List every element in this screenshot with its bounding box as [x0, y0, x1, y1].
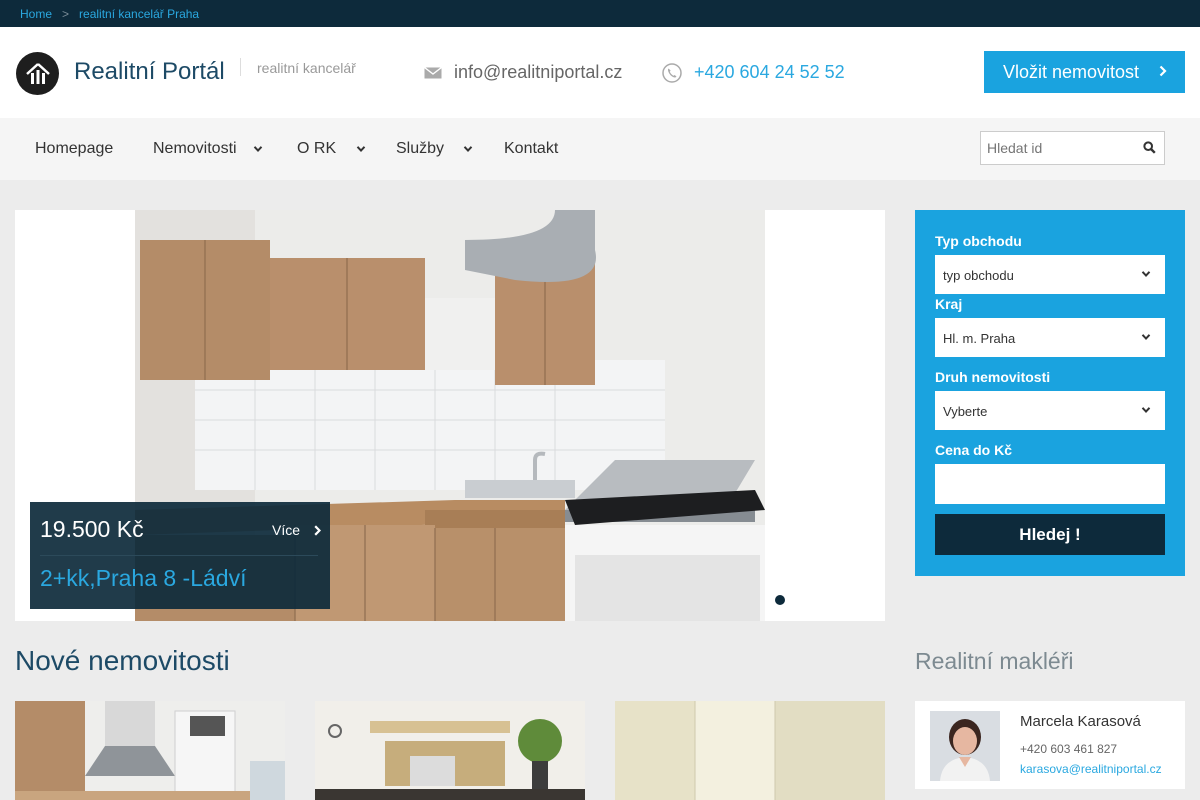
chevron-down-icon: [356, 146, 366, 152]
chevron-right-icon: [314, 524, 322, 536]
breadcrumb-separator: >: [62, 6, 70, 21]
breadcrumb: Home > realitní kancelář Praha: [0, 0, 1200, 27]
chevron-down-icon: [1141, 407, 1151, 413]
hero-slider: 19.500 Kč Více 2+kk,Praha 8 -Ládví: [15, 210, 885, 621]
chevron-down-icon: [1141, 334, 1151, 340]
region-select[interactable]: Hl. m. Praha: [935, 318, 1165, 357]
property-card-thumbnail[interactable]: [15, 701, 285, 800]
envelope-icon: [424, 66, 442, 78]
max-price-label: Cena do Kč: [935, 442, 1013, 458]
agent-card: Marcela Karasová +420 603 461 827 karaso…: [915, 701, 1185, 789]
property-card-thumbnail[interactable]: [315, 701, 585, 800]
nav-item-kontakt[interactable]: Kontakt: [504, 140, 558, 158]
nav-item-label: Služby: [396, 140, 445, 157]
property-kind-label: Druh nemovitosti: [935, 369, 1051, 385]
add-property-button[interactable]: Vložit nemovitost: [984, 51, 1185, 93]
logo-house-icon[interactable]: [16, 52, 59, 95]
slider-pagination-dot[interactable]: [775, 595, 785, 605]
add-property-label: Vložit nemovitost: [1003, 61, 1140, 82]
property-card-thumbnail[interactable]: [615, 701, 885, 800]
slide-price: 19.500 Kč: [40, 516, 144, 542]
site-title[interactable]: Realitní Portál: [74, 58, 225, 86]
agent-photo[interactable]: [930, 711, 1000, 781]
max-price-input[interactable]: [935, 464, 1165, 504]
agent-email-link[interactable]: karasova@realitniportal.cz: [1020, 762, 1162, 776]
chevron-right-icon: [1159, 65, 1167, 77]
nav-item-label: O RK: [297, 140, 337, 157]
phone-icon: [662, 62, 682, 83]
nav-item-homepage[interactable]: Homepage: [35, 140, 113, 158]
breadcrumb-current-link[interactable]: realitní kancelář Praha: [79, 7, 199, 21]
agent-name[interactable]: Marcela Karasová: [1020, 713, 1141, 730]
contact-email-text: info@realitniportal.cz: [454, 62, 623, 82]
main-nav: Homepage Nemovitosti O RK Služby Kontakt: [0, 118, 1200, 180]
contact-email[interactable]: info@realitniportal.cz: [424, 62, 622, 83]
site-header: Realitní Portál realitní kancelář info@r…: [0, 27, 1200, 118]
property-search-panel: Typ obchodu typ obchodu Kraj Hl. m. Prah…: [915, 210, 1185, 576]
new-properties-heading: Nové nemovitosti: [15, 645, 230, 676]
property-kind-select[interactable]: Vyberte: [935, 391, 1165, 430]
nav-item-nemovitosti[interactable]: Nemovitosti: [153, 140, 263, 158]
caption-divider: [40, 555, 318, 556]
slide-more-label: Více: [272, 522, 301, 538]
region-select-value: Hl. m. Praha: [943, 331, 1016, 346]
contact-phone[interactable]: +420 604 24 52 52: [662, 62, 845, 83]
nav-item-label: Homepage: [35, 140, 114, 157]
slide-caption: 19.500 Kč Více 2+kk,Praha 8 -Ládví: [30, 502, 330, 609]
slide-title[interactable]: 2+kk,Praha 8 -Ládví: [40, 565, 246, 592]
nav-item-o-rk[interactable]: O RK: [297, 140, 366, 158]
type-select-value: typ obchodu: [943, 268, 1014, 283]
nav-item-sluzby[interactable]: Služby: [396, 140, 473, 158]
type-select[interactable]: typ obchodu: [935, 255, 1165, 294]
breadcrumb-home-link[interactable]: Home: [20, 7, 52, 21]
search-icon[interactable]: [1143, 141, 1156, 154]
contact-phone-text: +420 604 24 52 52: [694, 62, 845, 82]
agent-phone: +420 603 461 827: [1020, 742, 1118, 756]
site-subtitle: realitní kancelář: [257, 60, 356, 76]
id-search: [980, 131, 1165, 165]
slide-more-link[interactable]: Více: [272, 522, 322, 538]
agents-heading: Realitní makléři: [915, 648, 1074, 674]
search-submit-button[interactable]: Hledej !: [935, 514, 1165, 555]
chevron-down-icon: [253, 146, 262, 152]
logo-divider: [240, 58, 241, 76]
type-label: Typ obchodu: [935, 233, 1022, 249]
nav-item-label: Kontakt: [504, 140, 559, 157]
region-label: Kraj: [935, 296, 963, 312]
chevron-down-icon: [463, 146, 473, 152]
search-id-input[interactable]: [981, 132, 1131, 164]
chevron-down-icon: [1141, 271, 1151, 277]
property-kind-select-value: Vyberte: [943, 404, 988, 419]
nav-item-label: Nemovitosti: [153, 140, 237, 157]
